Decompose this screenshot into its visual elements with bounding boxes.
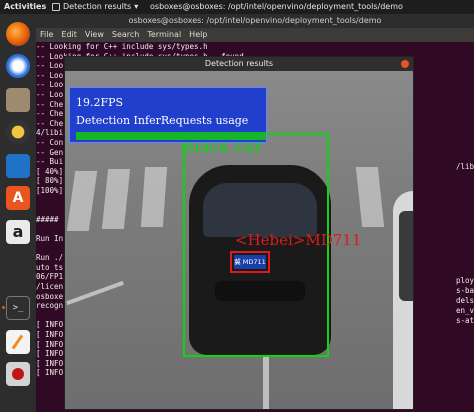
detection-window-title: Detection results xyxy=(65,57,413,71)
terminal-line: -- Loo xyxy=(36,80,64,90)
thunderbird-icon[interactable] xyxy=(6,54,30,78)
detection-window[interactable]: Detection results black car 冀 MD711 <Heb… xyxy=(64,56,414,410)
terminal-line: -- Con xyxy=(36,138,64,147)
terminal-line: -- Looking for C++ include sys/types.h xyxy=(36,42,208,51)
terminal-right-fragment: s-barr xyxy=(456,286,474,295)
terminal-right-fragment: en_va xyxy=(456,306,474,315)
window-path-title: osboxes@osboxes: /opt/intel/openvino/dep… xyxy=(150,2,403,11)
terminal-line: uto ts xyxy=(36,262,64,272)
terminal-right-fragment: dels/F xyxy=(456,296,474,305)
usage-bar xyxy=(76,132,266,140)
terminal-right-fragment: ployme xyxy=(456,276,474,285)
terminal-line: 4/libi xyxy=(36,128,64,138)
terminal-line: [100%] xyxy=(36,186,64,195)
menu-terminal[interactable]: Terminal xyxy=(147,28,181,42)
terminal-line: Run ./ xyxy=(36,253,64,263)
terminal-line: [ 40%] xyxy=(36,166,64,176)
activities-button[interactable]: Activities xyxy=(4,2,46,11)
terminal-line: ##### xyxy=(36,214,59,224)
menu-edit[interactable]: Edit xyxy=(61,28,77,42)
files-icon[interactable] xyxy=(6,88,30,112)
menu-help[interactable]: Help xyxy=(189,28,207,42)
terminal-line: 06/FP1 xyxy=(36,272,64,282)
terminal-line: -- Che xyxy=(36,109,64,119)
lane-marking xyxy=(66,280,124,306)
firefox-icon[interactable] xyxy=(6,22,30,46)
plate-label: <Hebei>MD711 xyxy=(235,231,362,249)
terminal-line: [ 80%] xyxy=(36,176,64,186)
writer-icon[interactable] xyxy=(6,154,30,178)
amazon-icon[interactable]: a xyxy=(6,220,30,244)
active-indicator xyxy=(2,306,5,309)
crosswalk-stripe xyxy=(66,171,98,231)
close-icon[interactable] xyxy=(401,60,409,68)
chevron-down-icon: ▾ xyxy=(134,2,139,11)
terminal-line: -- Gen xyxy=(36,147,64,157)
crosswalk-stripe xyxy=(101,169,131,229)
terminal-line: -- Loo xyxy=(36,90,64,99)
terminal-line: [ INFO xyxy=(36,368,64,378)
terminal-line: -- Loo xyxy=(36,61,64,71)
terminal-line: /licen xyxy=(36,282,64,291)
plate-bounding-box xyxy=(230,251,270,273)
terminal-line: -- Che xyxy=(36,118,64,128)
top-panel: Activities Detection results ▾ osboxes@o… xyxy=(0,0,474,14)
terminal-line: recogn xyxy=(36,301,64,311)
terminal-line: -- Che xyxy=(36,99,64,109)
terminal-line: [ INFO xyxy=(36,358,64,368)
terminal-line: [ INFO xyxy=(36,339,64,349)
terminal-line: -- Loo xyxy=(36,70,64,80)
crosswalk-stripe xyxy=(355,167,385,227)
video-frame: black car 冀 MD711 <Hebei>MD711 19.2FPS D… xyxy=(65,71,413,409)
terminal-line: [ INFO xyxy=(36,330,64,339)
fps-readout: 19.2FPS xyxy=(76,96,124,109)
terminal-line: [ INFO xyxy=(36,320,64,330)
dock: A a >_ xyxy=(0,14,36,412)
stats-panel: 19.2FPS Detection InferRequests usage xyxy=(69,87,267,143)
software-store-icon[interactable]: A xyxy=(6,186,30,210)
terminal-icon[interactable]: >_ xyxy=(6,296,30,320)
app-menu-label: Detection results xyxy=(63,2,132,11)
van-window xyxy=(399,211,413,301)
terminal-line: osboxe xyxy=(36,291,64,301)
crosswalk-stripe xyxy=(140,167,168,227)
terminal-right-fragment: /lib xyxy=(456,162,474,171)
text-editor-icon[interactable] xyxy=(6,330,30,354)
terminal-menubar: File Edit View Search Terminal Help xyxy=(36,28,474,42)
menu-file[interactable]: File xyxy=(40,28,53,42)
screen-recorder-icon[interactable] xyxy=(6,362,30,386)
app-window-icon xyxy=(52,2,60,11)
rhythmbox-icon[interactable] xyxy=(6,120,30,144)
menu-view[interactable]: View xyxy=(85,28,104,42)
usage-label: Detection InferRequests usage xyxy=(76,114,249,127)
terminal-line: -- Bui xyxy=(36,157,64,167)
terminal-right-fragment: s-attr xyxy=(456,316,474,325)
app-menu[interactable]: Detection results ▾ xyxy=(52,2,138,11)
menu-search[interactable]: Search xyxy=(112,28,139,42)
terminal-line: Run In xyxy=(36,234,64,243)
terminal-title: osboxes@osboxes: /opt/intel/openvino/dep… xyxy=(36,14,474,28)
terminal-line: [ INFO xyxy=(36,349,64,359)
